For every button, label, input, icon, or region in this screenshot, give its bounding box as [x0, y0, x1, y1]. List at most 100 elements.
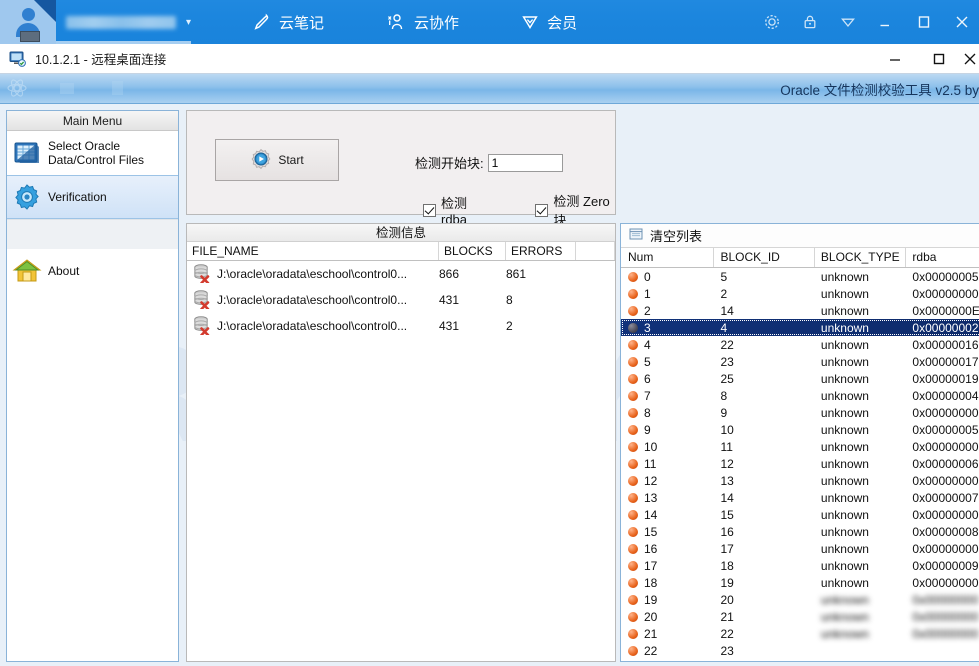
app-titlebar: Oracle 文件检测校验工具 v2.5 by — [0, 74, 979, 104]
block-id-cell: 17 — [720, 541, 734, 556]
column-header-file-name[interactable]: FILE_NAME — [187, 242, 439, 260]
block-type-cell: unknown — [820, 422, 869, 437]
table-row[interactable]: 18 19 unknown 0x00000000 — [621, 574, 979, 591]
column-header-block-type[interactable]: BLOCK_TYPE — [815, 248, 907, 267]
minimize-icon[interactable] — [877, 13, 895, 31]
table-row[interactable]: 8 9 unknown 0x00000000 — [621, 404, 979, 421]
close-icon[interactable] — [953, 13, 971, 31]
block-id-cell: 23 — [720, 354, 734, 369]
block-id-cell: 23 — [720, 643, 734, 658]
table-row[interactable]: 6 25 unknown 0x00000019 — [621, 370, 979, 387]
nav-item-vip[interactable]: 会员 — [521, 12, 577, 33]
rdp-minimize-button[interactable] — [873, 44, 917, 73]
table-row[interactable]: 20 21 unknown 0x00000000 — [621, 608, 979, 625]
status-dot-icon — [628, 628, 638, 639]
num-cell: 4 — [621, 338, 714, 352]
block-type-cell: unknown — [820, 558, 869, 573]
table-row[interactable]: 3 4 unknown 0x00000002 — [621, 319, 979, 336]
table-row[interactable]: 19 20 unknown 0x00000000 — [621, 591, 979, 608]
topbar-user-area[interactable]: ▾ — [0, 0, 191, 44]
table-row[interactable]: 7 8 unknown 0x00000004 — [621, 387, 979, 404]
pen-icon — [253, 13, 271, 31]
table-row[interactable]: 4 22 unknown 0x00000016 — [621, 336, 979, 353]
table-row[interactable]: 9 10 unknown 0x00000005 — [621, 421, 979, 438]
sidebar-item-verification[interactable]: Verification — [7, 175, 178, 219]
app-logo-icon — [6, 77, 28, 102]
status-dot-icon — [628, 577, 638, 588]
gear-icon — [12, 182, 42, 212]
num-cell: 20 — [621, 610, 714, 624]
block-list-panel: 清空列表 Num BLOCK_ID BLOCK_TYPE rdba 0 5 unkn… — [620, 223, 979, 662]
status-dot-icon — [628, 441, 638, 452]
table-row[interactable]: 2 14 unknown 0x0000000E — [621, 302, 979, 319]
table-row[interactable]: 21 22 unknown 0x00000000 — [621, 625, 979, 642]
vip-icon — [521, 13, 539, 31]
num-text: 3 — [644, 320, 651, 335]
start-button[interactable]: Start — [215, 139, 339, 181]
clear-list-button[interactable]: 清空列表 — [621, 224, 979, 248]
column-header-blocks[interactable]: BLOCKS — [439, 242, 506, 260]
table-row[interactable]: 10 11 unknown 0x00000000 — [621, 438, 979, 455]
user-chevron-down-icon[interactable]: ▾ — [186, 17, 191, 28]
table-row[interactable]: 16 17 unknown 0x00000000 — [621, 540, 979, 557]
num-text: 15 — [644, 524, 658, 539]
num-cell: 3 — [621, 321, 714, 335]
status-dot-icon — [628, 407, 638, 418]
app-title: Oracle 文件检测校验工具 v2.5 by — [780, 83, 979, 98]
app-titlebar-icons — [6, 77, 128, 102]
column-header-num[interactable]: Num — [621, 248, 715, 267]
column-header-rdba[interactable]: rdba — [906, 248, 979, 267]
table-row[interactable]: 17 18 unknown 0x00000009 — [621, 557, 979, 574]
status-dot-icon — [628, 509, 638, 520]
rdba-cell: 0x00000000 — [912, 439, 979, 454]
gear-icon[interactable] — [763, 13, 781, 31]
table-row[interactable]: 0 5 unknown 0x00000005 — [621, 268, 979, 285]
avatar[interactable] — [0, 0, 56, 44]
lock-icon[interactable] — [801, 13, 819, 31]
column-header-block-id[interactable]: BLOCK_ID — [714, 248, 815, 267]
start-block-input[interactable] — [487, 153, 563, 172]
table-row[interactable]: 1 2 unknown 0x00000000 — [621, 285, 979, 302]
table-row[interactable]: J:\oracle\oradata\eschool\control0... 866… — [187, 261, 615, 287]
table-row[interactable]: 15 16 unknown 0x00000008 — [621, 523, 979, 540]
status-dot-icon — [628, 356, 638, 367]
rdp-window-titlebar: 10.1.2.1 - 远程桌面连接 — [0, 44, 979, 74]
nav-item-cloud-note[interactable]: 云笔记 — [253, 12, 324, 33]
block-id-cell: 18 — [720, 558, 734, 573]
errors-cell: 861 — [506, 267, 527, 281]
table-row[interactable]: J:\oracle\oradata\eschool\control0... 431… — [187, 287, 615, 313]
chevron-down-icon[interactable] — [839, 13, 857, 31]
checkbox-box[interactable] — [535, 203, 549, 217]
num-text: 17 — [644, 558, 658, 573]
maximize-icon[interactable] — [915, 13, 933, 31]
num-text: 22 — [644, 643, 658, 658]
rdp-maximize-button[interactable] — [917, 44, 961, 73]
table-row[interactable]: 14 15 unknown 0x00000000 — [621, 506, 979, 523]
num-text: 10 — [644, 439, 658, 454]
nav-item-cloud-collab[interactable]: 云协作 — [386, 12, 459, 33]
block-rows: 0 5 unknown 0x00000005 1 2 unknown 0x00000000 2 1… — [621, 268, 979, 659]
rdp-close-button[interactable] — [961, 44, 979, 73]
rdp-window-buttons — [873, 44, 979, 73]
num-text: 19 — [644, 592, 658, 607]
table-row[interactable]: 22 23 — [621, 642, 979, 659]
checkbox-box[interactable] — [423, 203, 436, 217]
num-text: 7 — [644, 388, 651, 403]
column-header-errors[interactable]: ERRORS — [506, 242, 576, 260]
num-text: 4 — [644, 337, 651, 352]
table-row[interactable]: J:\oracle\oradata\eschool\control0... 431… — [187, 313, 615, 339]
block-type-cell: unknown — [820, 388, 869, 403]
table-row[interactable]: 5 23 unknown 0x00000017 — [621, 353, 979, 370]
num-text: 18 — [644, 575, 658, 590]
rdba-cell: 0x00000000 — [912, 405, 979, 420]
detection-info-header: 检测信息 — [187, 224, 615, 242]
table-row[interactable]: 12 13 unknown 0x00000000 — [621, 472, 979, 489]
sidebar-item-about[interactable]: About — [7, 249, 178, 293]
checkbox-detect-rdba[interactable]: 检测 rdba — [423, 193, 487, 227]
table-row[interactable]: 11 12 unknown 0x00000006 — [621, 455, 979, 472]
block-id-cell: 22 — [720, 626, 734, 641]
table-row[interactable]: 13 14 unknown 0x00000007 — [621, 489, 979, 506]
sidebar-item-select-files[interactable]: Select Oracle Data/Control Files — [7, 131, 178, 175]
verification-toolbar-panel: Start 检测开始块: 检测 rdba 检测 Zero 块 — [186, 110, 616, 228]
block-type-cell: unknown — [820, 371, 869, 386]
